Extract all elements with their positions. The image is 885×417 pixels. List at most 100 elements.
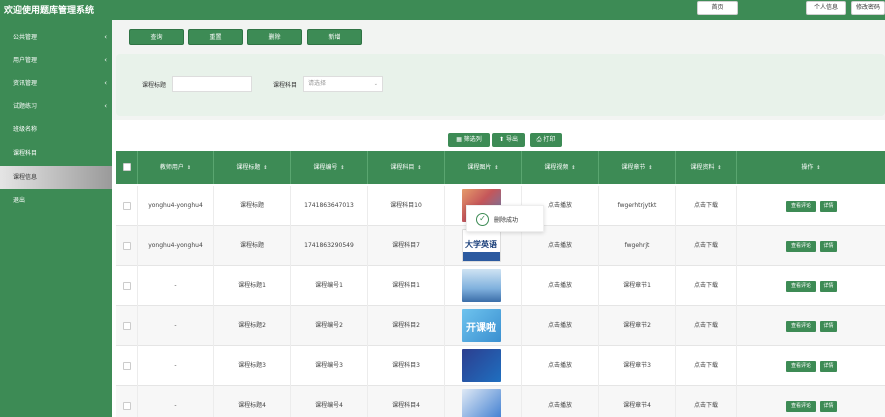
sidebar-item-logout[interactable]: 退出 [0,189,112,212]
export-icon: ⬆ [499,136,505,143]
sidebar-item-course-info[interactable]: 课程信息 [0,166,112,189]
profile-button[interactable]: 个人信息 [806,1,846,15]
sidebar-item-exercises[interactable]: 试题练习 ‹ [0,95,112,118]
sidebar-item-public[interactable]: 公共管理 ‹ [0,26,112,49]
col-teacher[interactable]: 教师用户 ⇕ [138,151,214,184]
cell-code: 课程编号2 [291,306,368,346]
sidebar-item-label: 公共管理 [13,34,38,41]
table-row: - 课程标题1 课程编号1 课程科目1 点击播放 课程章节1 点击下载 查看评论… [116,266,885,306]
cell-video[interactable]: 点击播放 [522,266,599,306]
subject-select-placeholder: 请选择 [308,80,327,87]
col-material[interactable]: 课程资料 ⇕ [676,151,737,184]
chevron-left-icon: ‹ [104,102,107,110]
cell-material[interactable]: 点击下载 [676,266,737,306]
col-actions[interactable]: 操作 ⇕ [737,151,885,184]
sidebar-item-users[interactable]: 用户管理 ‹ [0,49,112,72]
row-select-cell [116,266,138,306]
sidebar-item-label: 资讯管理 [13,80,38,87]
row-checkbox[interactable] [123,282,131,290]
col-subject[interactable]: 课程科目 ⇕ [368,151,445,184]
cell-material[interactable]: 点击下载 [676,226,737,266]
filter-columns-button[interactable]: ▦ 筛选列 [448,133,490,147]
chevron-left-icon: ‹ [104,79,107,87]
cell-material[interactable]: 点击下载 [676,386,737,417]
select-all-checkbox[interactable] [123,163,131,171]
sidebar-item-label: 试题练习 [13,103,38,110]
course-thumbnail[interactable]: 开课啦 [462,309,501,342]
cell-subject: 课程科目1 [368,266,445,306]
chevron-left-icon: ‹ [104,33,107,41]
col-code[interactable]: 课程编号 ⇕ [291,151,368,184]
view-comments-button[interactable]: 查看评论 [786,281,816,292]
print-button[interactable]: ⎙ 打印 [530,133,562,147]
add-button[interactable]: 新增 [307,29,362,45]
cell-material[interactable]: 点击下载 [676,346,737,386]
course-thumbnail[interactable]: 大学英语 [462,229,501,262]
cell-material[interactable]: 点击下载 [676,186,737,226]
delete-button[interactable]: 删除 [247,29,302,45]
col-actions-label: 操作 [801,164,814,171]
sidebar-item-subjects[interactable]: 课程科目 [0,142,112,165]
row-checkbox[interactable] [123,322,131,330]
detail-button[interactable]: 详情 [820,361,837,372]
cell-title: 课程标题4 [214,386,291,417]
course-thumbnail[interactable] [462,269,501,302]
home-button[interactable]: 首页 [697,1,738,15]
sidebar-item-label: 班级名称 [13,126,38,133]
sidebar-item-news[interactable]: 资讯管理 ‹ [0,72,112,95]
row-select-cell [116,186,138,226]
detail-button[interactable]: 详情 [820,241,837,252]
col-title[interactable]: 课程标题 ⇕ [214,151,291,184]
toast-message: 删除成功 [494,217,519,224]
cell-video[interactable]: 点击播放 [522,386,599,417]
detail-button[interactable]: 详情 [820,281,837,292]
cell-teacher: yonghu4-yonghu4 [138,186,214,226]
thumbnail-band [463,252,500,261]
title-label: 课程标题 [142,82,167,89]
export-button[interactable]: ⬆ 导出 [492,133,525,147]
cell-code: 1741863290549 [291,226,368,266]
col-material-label: 课程资料 [690,164,715,171]
title-input[interactable] [172,76,252,92]
sort-icon: ⇕ [186,165,192,171]
row-checkbox[interactable] [123,402,131,410]
col-video[interactable]: 课程视频 ⇕ [522,151,599,184]
sidebar-item-classes[interactable]: 班级名称 [0,118,112,141]
col-image[interactable]: 课程图片 ⇕ [445,151,522,184]
row-checkbox[interactable] [123,202,131,210]
cell-video[interactable]: 点击播放 [522,226,599,266]
course-thumbnail[interactable] [462,349,501,382]
change-password-button[interactable]: 修改密码 [851,1,885,15]
cell-subject: 课程科目7 [368,226,445,266]
cell-video[interactable]: 点击播放 [522,346,599,386]
cell-teacher: - [138,386,214,417]
view-comments-button[interactable]: 查看评论 [786,321,816,332]
course-thumbnail[interactable] [462,389,501,417]
reset-button[interactable]: 重置 [188,29,243,45]
sort-icon: ⇕ [816,165,821,171]
detail-button[interactable]: 详情 [820,201,837,212]
detail-button[interactable]: 详情 [820,321,837,332]
row-checkbox[interactable] [123,362,131,370]
detail-button[interactable]: 详情 [820,401,837,412]
cell-subject: 课程科目3 [368,346,445,386]
sort-icon: ⇕ [494,165,499,171]
cell-video[interactable]: 点击播放 [522,306,599,346]
row-checkbox[interactable] [123,242,131,250]
cell-code: 课程编号1 [291,266,368,306]
view-comments-button[interactable]: 查看评论 [786,241,816,252]
query-button[interactable]: 查询 [129,29,184,45]
cell-teacher: - [138,346,214,386]
view-comments-button[interactable]: 查看评论 [786,401,816,412]
table-row: yonghu4-yonghu4 课程标题 1741863290549 课程科目7… [116,226,885,266]
filter-columns-label: 筛选列 [463,136,482,143]
sort-icon: ⇕ [340,165,345,171]
subject-select[interactable]: 请选择 ⌄ [303,76,383,92]
view-comments-button[interactable]: 查看评论 [786,361,816,372]
cell-chapter: fwgehrjt [599,226,676,266]
col-code-label: 课程编号 [313,164,338,171]
view-comments-button[interactable]: 查看评论 [786,201,816,212]
col-chapter[interactable]: 课程章节 ⇕ [599,151,676,184]
cell-material[interactable]: 点击下载 [676,306,737,346]
row-select-cell [116,346,138,386]
